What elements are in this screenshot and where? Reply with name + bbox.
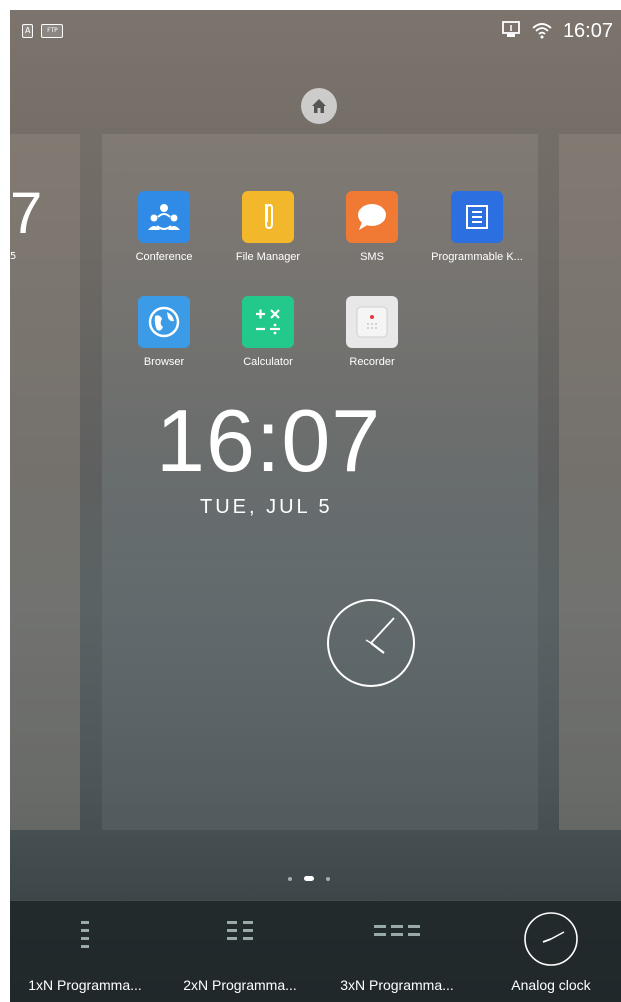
app-conference[interactable]: Conference [114, 191, 214, 263]
sms-icon [346, 191, 398, 243]
widget-label: 1xN Programma... [28, 977, 142, 993]
app-browser[interactable]: Browser [114, 296, 214, 368]
analog-clock-icon [524, 912, 578, 966]
previous-page-date: 5 [10, 251, 17, 262]
widget-label: Analog clock [511, 977, 591, 993]
app-label: Calculator [243, 356, 293, 368]
app-sms[interactable]: SMS [322, 191, 422, 263]
app-label: File Manager [235, 251, 301, 263]
widget-preview [165, 913, 315, 965]
app-label: Conference [135, 251, 193, 263]
widget-2xn-programmable[interactable]: 2xN Programma... [165, 901, 315, 1002]
programmable-keys-icon [451, 191, 503, 243]
home-button[interactable] [301, 88, 337, 124]
ethernet-icon [501, 20, 521, 43]
app-file-manager[interactable]: File Manager [218, 191, 318, 263]
status-time: 16:07 [562, 20, 613, 42]
widget-1xn-programmable[interactable]: 1xN Programma... [10, 901, 160, 1002]
status-bar: A FTP 16:07 [10, 10, 621, 56]
home-screen-editor: A FTP 16:07 7 5 Conference File Manager … [10, 10, 621, 1002]
file-manager-icon [242, 191, 294, 243]
digital-clock-date: TUE, JUL 5 [200, 496, 333, 518]
app-label: Programmable K... [431, 251, 523, 263]
calculator-icon [242, 296, 294, 348]
recorder-icon [346, 296, 398, 348]
app-recorder[interactable]: Recorder [322, 296, 422, 368]
conference-icon [138, 191, 190, 243]
page-dot-active[interactable] [304, 876, 314, 881]
previous-page-clock: 7 [10, 181, 43, 246]
browser-icon [138, 296, 190, 348]
app-label: Recorder [349, 356, 395, 368]
analog-clock-widget[interactable] [326, 598, 416, 688]
widget-analog-clock[interactable]: Analog clock [476, 901, 621, 1002]
widget-preview [476, 912, 621, 966]
status-badge-a: A [22, 24, 34, 38]
widget-label: 3xN Programma... [340, 977, 454, 993]
home-icon [312, 99, 326, 113]
widget-label: 2xN Programma... [183, 977, 297, 993]
page-indicator [288, 876, 330, 881]
digital-clock-time: 16:07 [156, 391, 382, 490]
widget-3xn-programmable[interactable]: 3xN Programma... [322, 901, 472, 1002]
app-label: SMS [360, 251, 384, 263]
widget-preview [322, 913, 472, 965]
page-dot[interactable] [326, 876, 330, 881]
app-calculator[interactable]: Calculator [218, 296, 318, 368]
widget-picker-bar: 1xN Programma... 2xN Programma... 3xN Pr… [10, 900, 621, 1002]
app-label: Browser [143, 356, 185, 368]
page-dot[interactable] [288, 876, 292, 881]
next-page-panel[interactable] [559, 134, 621, 830]
analog-clock-icon [327, 599, 415, 687]
app-programmable-keys[interactable]: Programmable K... [427, 191, 527, 263]
widget-preview [10, 913, 160, 965]
wifi-icon [531, 21, 553, 43]
status-badge-ftp: FTP [41, 24, 64, 38]
